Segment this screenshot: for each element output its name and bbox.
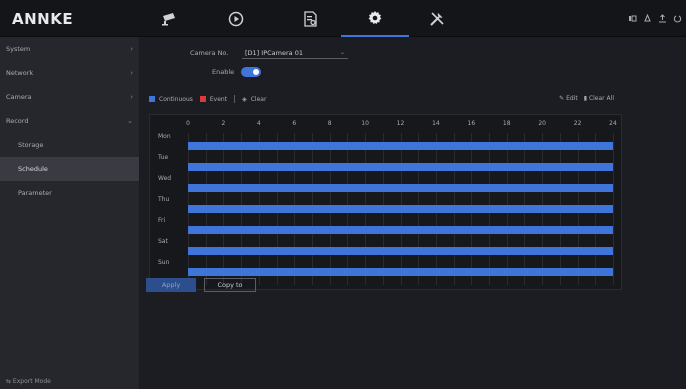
hour-label: 2	[221, 120, 226, 127]
day-schedule-track[interactable]	[188, 226, 613, 234]
hour-label: 6	[292, 120, 297, 127]
sidebar-subitem-storage[interactable]: Storage	[0, 133, 139, 157]
eraser-icon[interactable]: ◈	[242, 96, 247, 103]
sidebar-subitem-schedule[interactable]: Schedule	[0, 157, 139, 181]
settings-sidebar: System › Network › Camera › Record ⌄ Sto…	[0, 37, 140, 389]
apply-button[interactable]: Apply	[146, 278, 196, 292]
clear-all-label: Clear All	[588, 95, 614, 102]
chevron-down-icon: ⌄	[339, 49, 345, 56]
day-label: Thu	[158, 196, 170, 203]
enable-label: Enable	[212, 68, 235, 76]
day-label: Fri	[158, 217, 166, 224]
day-schedule-track[interactable]	[188, 163, 613, 171]
camera-select-value: [D1] IPCamera 01	[245, 49, 303, 57]
day-label: Sat	[158, 238, 168, 245]
day-label: Mon	[158, 133, 171, 140]
sidebar-item-label: System	[6, 45, 31, 53]
top-navigation-bar: ANNKE	[0, 0, 686, 37]
brand-logo: ANNKE	[12, 10, 74, 28]
nav-playback[interactable]	[206, 0, 266, 37]
camera-icon	[162, 12, 175, 25]
nav-configuration[interactable]	[341, 0, 409, 37]
copy-to-button[interactable]: Copy to	[204, 278, 256, 292]
schedule-panel: Camera No. [D1] IPCamera 01 ⌄ Enable Con…	[140, 37, 686, 389]
continuous-swatch[interactable]	[149, 96, 155, 102]
edit-button[interactable]: ✎ Edit	[559, 95, 578, 102]
day-schedule-track[interactable]	[188, 247, 613, 255]
sidebar-item-record[interactable]: Record ⌄	[0, 109, 139, 133]
system-status-icons	[628, 13, 682, 23]
export-icon[interactable]	[658, 14, 667, 23]
day-label: Wed	[158, 175, 172, 182]
continuous-label[interactable]: Continuous	[159, 96, 193, 103]
schedule-segment[interactable]	[188, 268, 613, 276]
tools-icon	[430, 11, 444, 26]
hour-label: 4	[256, 120, 261, 127]
chevron-down-icon: ⌄	[127, 117, 133, 125]
day-schedule-track[interactable]	[188, 268, 613, 276]
day-schedule-track[interactable]	[188, 205, 613, 213]
grid-line	[613, 133, 614, 285]
enable-toggle[interactable]	[241, 67, 261, 77]
sidebar-item-network[interactable]: Network ›	[0, 61, 139, 85]
chevron-right-icon: ›	[130, 45, 133, 53]
sidebar-item-label: Network	[6, 69, 34, 77]
sidebar-item-camera[interactable]: Camera ›	[0, 85, 139, 109]
hour-label: 20	[538, 120, 546, 127]
schedule-segment[interactable]	[188, 184, 613, 192]
hour-label: 24	[609, 120, 617, 127]
schedule-segment[interactable]	[188, 205, 613, 213]
hour-label: 10	[361, 120, 369, 127]
camera-select[interactable]: [D1] IPCamera 01 ⌄	[242, 47, 348, 59]
chevron-right-icon: ›	[130, 69, 133, 77]
hour-label: 18	[502, 120, 511, 127]
file-search-icon	[304, 10, 317, 27]
hour-label: 8	[327, 120, 332, 127]
power-icon[interactable]	[673, 14, 682, 23]
pencil-icon: ✎	[559, 95, 565, 102]
weekly-schedule-grid[interactable]: 0 2 4 6 8 10 12 14 16 18 20 22 24 Mon Tue Wed Thu Fri Sat S…	[149, 114, 622, 290]
schedule-segment[interactable]	[188, 163, 613, 171]
trash-icon: ▮	[583, 95, 588, 102]
nav-live-view[interactable]	[140, 0, 200, 37]
hour-label: 16	[467, 120, 476, 127]
chevron-right-icon: ›	[130, 93, 133, 101]
day-label: Tue	[158, 154, 169, 161]
schedule-segment[interactable]	[188, 226, 613, 234]
nav-search[interactable]	[281, 0, 341, 37]
hour-label: 12	[396, 120, 405, 127]
alarm-icon[interactable]	[643, 13, 652, 23]
clear-all-button[interactable]: ▮ Clear All	[584, 95, 614, 102]
sidebar-subitem-parameter[interactable]: Parameter	[0, 181, 139, 205]
export-mode-link[interactable]: ⇆ Export Mode	[6, 378, 51, 385]
edit-label: Edit	[566, 95, 578, 102]
schedule-legend: Continuous Event ◈ Clear	[149, 95, 266, 103]
sidebar-item-label: Camera	[6, 93, 32, 101]
schedule-tools: ✎ Edit ▮ Clear All	[559, 95, 614, 102]
playback-icon	[228, 11, 244, 26]
day-label: Sun	[158, 259, 170, 266]
schedule-segment[interactable]	[188, 247, 613, 255]
nav-maintenance[interactable]	[407, 0, 467, 37]
event-swatch[interactable]	[199, 96, 206, 102]
camera-no-label: Camera No.	[190, 49, 229, 57]
day-schedule-track[interactable]	[188, 184, 613, 192]
legend-divider	[234, 95, 236, 103]
sidebar-item-system[interactable]: System ›	[0, 37, 139, 61]
hour-label: 22	[573, 120, 582, 127]
record-status-icon[interactable]	[628, 14, 637, 23]
day-schedule-track[interactable]	[188, 142, 613, 150]
gear-icon	[368, 10, 382, 24]
sidebar-item-label: Record	[6, 117, 29, 125]
schedule-segment[interactable]	[188, 142, 613, 150]
hour-label: 0	[186, 120, 190, 127]
event-label[interactable]: Event	[210, 96, 227, 103]
clear-label[interactable]: Clear	[251, 96, 267, 103]
hour-label: 14	[432, 120, 440, 127]
